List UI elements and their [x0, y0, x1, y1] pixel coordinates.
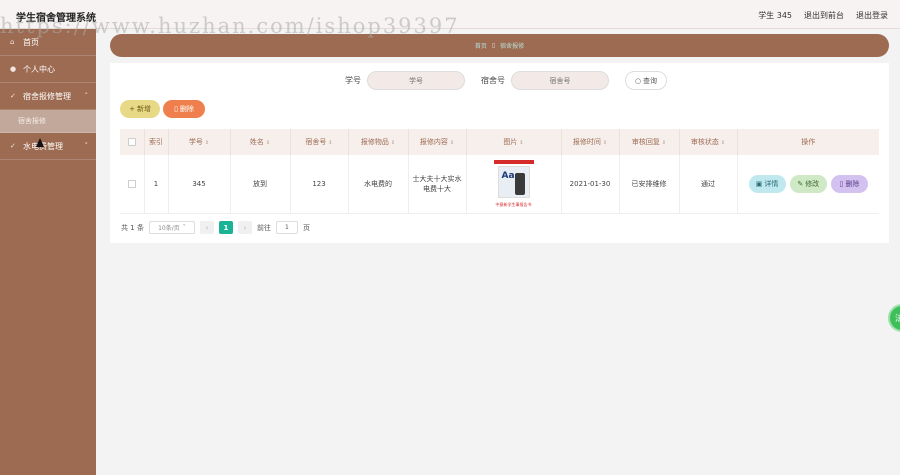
page-number-current[interactable]: 1 [218, 221, 233, 234]
logout-link[interactable]: 退出登录 [856, 10, 888, 21]
header-actions: 学生 345 退出到前台 退出登录 [758, 10, 888, 21]
cell-actions: ▣ 详情 ✎ 修改 ▯ 删除 [737, 155, 879, 214]
pagination: 共 1 条 10条/页 ˅ ‹ 1 › 前往 页 [121, 221, 310, 234]
floating-assistant-button[interactable]: 法 [888, 304, 900, 332]
pagination-total: 共 1 条 [121, 223, 144, 232]
cell-index: 1 [144, 155, 169, 214]
repair-table: 索引 学号 ⇕ 姓名 ⇕ 宿舍号 ⇕ 报修物品 ⇕ 报修内容 ⇕ 图片 ⇕ 报修时间 ⇕ 审核… [120, 129, 879, 214]
cell-item: 水电费的 [348, 155, 409, 214]
current-user: 学生 345 [758, 11, 792, 20]
cell-content: 士大夫十大实水电费十大 [408, 155, 467, 214]
top-bar: 学生宿舍管理系统 学生 345 退出到前台 退出登录 [0, 0, 900, 29]
back-to-front-link[interactable]: 退出到前台 [804, 10, 844, 21]
column-header: 操作 [737, 129, 879, 155]
sort-icon: ⇕ [204, 140, 210, 146]
sidebar-item-profile[interactable]: ● 个人中心 [0, 56, 96, 83]
breadcrumb-current: 宿舍报修 [500, 43, 525, 50]
chevron-down-icon: ˅ [84, 142, 89, 150]
next-page-button[interactable]: › [237, 221, 252, 234]
column-header[interactable]: 报修物品 ⇕ [348, 129, 409, 155]
row-checkbox[interactable] [120, 155, 145, 214]
student-no-label: 学号 [345, 76, 361, 85]
cell-image: Aa 中意新学生事报告书 [466, 155, 562, 214]
column-header[interactable]: 姓名 ⇕ [230, 129, 291, 155]
search-form: 学号 宿舍号 ○ 查询 [345, 71, 667, 90]
edit-icon: ✎ [797, 179, 804, 188]
plus-icon: + [129, 105, 135, 113]
student-no-input[interactable] [367, 71, 465, 90]
column-header[interactable]: 报修时间 ⇕ [561, 129, 620, 155]
table-row: 1 345 放到 123 水电费的 士大夫十大实水电费十大 Aa 中意新学生事报… [120, 155, 879, 214]
breadcrumb: 首页 ▯ 宿舍报修 [110, 34, 889, 57]
content-card: 学号 宿舍号 ○ 查询 + 新增 ▯ 删除 索引 学号⇕ [110, 63, 889, 243]
column-header[interactable]: 报修内容 ⇕ [408, 129, 467, 155]
column-header[interactable]: 学号 ⇕ [168, 129, 231, 155]
prev-page-button[interactable]: ‹ [199, 221, 214, 234]
cell-reply: 已安排维修 [619, 155, 680, 214]
column-header: 索引 [144, 129, 169, 155]
column-header[interactable]: 审核回复 ⇕ [619, 129, 680, 155]
sort-icon: ⇕ [328, 140, 333, 146]
sidebar-item-utility-fees[interactable]: ✓ 水电费管理 ˅ [0, 133, 96, 160]
column-header[interactable]: 宿舍号 ⇕ [290, 129, 349, 155]
dorm-no-label: 宿舍号 [481, 76, 505, 85]
sidebar-subitem-label: 宿舍报修 [18, 117, 46, 125]
delete-button-label: 删除 [179, 105, 194, 113]
sidebar-subitem-repair[interactable]: 宿舍报修 [0, 110, 96, 133]
sort-icon: ⇕ [449, 140, 455, 146]
search-icon: ○ [634, 76, 642, 85]
column-header[interactable]: 图片 ⇕ [466, 129, 562, 155]
chevron-up-icon: ˄ [84, 92, 89, 100]
delete-button[interactable]: ▯ 删除 [830, 174, 868, 193]
add-button[interactable]: + 新增 [120, 100, 160, 118]
sort-icon: ⇕ [265, 140, 271, 146]
sort-icon: ⇕ [390, 140, 396, 146]
breadcrumb-separator-icon: ▯ [491, 42, 496, 49]
cell-dorm-no: 123 [290, 155, 349, 214]
cell-status: 通过 [679, 155, 738, 214]
sidebar: ⌂ 首页 ● 个人中心 ✓ 宿舍报修管理 ˄ 宿舍报修 ✓ 水电费管理 ˅ [0, 29, 96, 475]
goto-label: 前往 [256, 223, 271, 232]
home-icon: ⌂ [10, 38, 15, 46]
search-button[interactable]: ○ 查询 [625, 71, 667, 90]
page-size-select[interactable]: 10条/页 ˅ [148, 221, 195, 234]
sort-icon: ⇕ [720, 140, 726, 146]
trash-icon: ▯ [174, 105, 178, 113]
trash-icon: ▯ [839, 179, 844, 188]
toolbar: + 新增 ▯ 删除 [120, 100, 205, 118]
sidebar-item-home[interactable]: ⌂ 首页 [0, 29, 96, 56]
mouse-cursor-icon [36, 138, 44, 147]
repair-image[interactable]: Aa 中意新学生事报告书 [492, 159, 536, 208]
page-unit-label: 页 [302, 223, 310, 232]
cell-name: 放到 [230, 155, 291, 214]
detail-icon: ▣ [755, 179, 763, 188]
add-button-label: 新增 [136, 105, 151, 113]
chevron-down-icon: ˅ [182, 224, 186, 231]
goto-page-input[interactable] [275, 221, 298, 234]
wrench-icon: ✓ [10, 92, 16, 100]
detail-button[interactable]: ▣ 详情 [748, 174, 786, 193]
cell-time: 2021-01-30 [561, 155, 620, 214]
column-header[interactable]: 审核状态 ⇕ [679, 129, 738, 155]
wrench-icon: ✓ [10, 142, 16, 150]
sidebar-item-label: 个人中心 [23, 64, 55, 74]
table-header-row: 索引 学号 ⇕ 姓名 ⇕ 宿舍号 ⇕ 报修物品 ⇕ 报修内容 ⇕ 图片 ⇕ 报修时间 ⇕ 审核… [120, 129, 879, 155]
cell-student-no: 345 [168, 155, 231, 214]
sidebar-item-label: 首页 [23, 37, 39, 47]
sidebar-item-repair-management[interactable]: ✓ 宿舍报修管理 ˄ [0, 83, 96, 110]
sort-icon: ⇕ [519, 140, 524, 146]
edit-button[interactable]: ✎ 修改 [789, 174, 827, 193]
search-button-label: 查询 [643, 76, 658, 85]
image-caption: 中意新学生事报告书 [495, 201, 532, 207]
sort-icon: ⇕ [661, 140, 667, 146]
dorm-no-input[interactable] [511, 71, 609, 90]
batch-delete-button[interactable]: ▯ 删除 [163, 100, 205, 118]
select-all-checkbox[interactable] [120, 129, 145, 155]
breadcrumb-home[interactable]: 首页 [475, 41, 487, 50]
sidebar-item-label: 宿舍报修管理 [23, 91, 71, 101]
sort-icon: ⇕ [602, 140, 608, 146]
user-icon: ● [10, 65, 17, 73]
app-title: 学生宿舍管理系统 [16, 13, 96, 24]
